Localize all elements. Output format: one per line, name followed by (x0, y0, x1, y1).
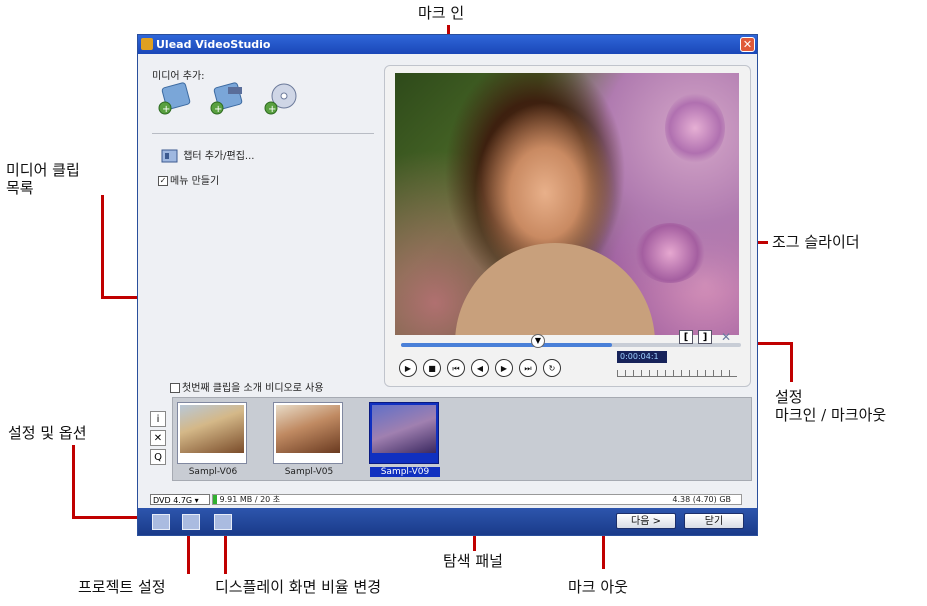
next-button[interactable]: 다음 > (616, 513, 676, 529)
clip-name: Sampl-V06 (188, 467, 238, 477)
zoom-button[interactable]: Q (150, 449, 166, 465)
title-bar[interactable]: Ulead VideoStudio ✕ (138, 35, 757, 54)
total-capacity: 4.38 (4.70) GB (672, 495, 731, 504)
preview-video (395, 73, 739, 335)
media-clip-list[interactable]: Sampl-V06 Sampl-V05 Sampl-V09 (172, 397, 752, 481)
video-figure (455, 243, 655, 335)
chapter-label: 챕터 추가/편집... (183, 151, 255, 162)
svg-text:+: + (162, 104, 170, 115)
label-jog-slider: 조그 슬라이더 (772, 233, 860, 251)
mark-out-button[interactable]: ] (698, 330, 712, 344)
label-media-clip-list: 미디어 클립 목록 (6, 161, 80, 197)
callout-settings-v (72, 445, 75, 519)
delete-button[interactable]: ✕ (150, 430, 166, 446)
label-settings-options: 설정 및 옵션 (8, 424, 87, 442)
clear-mark-icon[interactable]: ✕ (721, 330, 731, 344)
svg-text:+: + (268, 104, 276, 115)
video-flower (665, 93, 725, 163)
chapter-add-edit[interactable]: 챕터 추가/편집... (160, 147, 254, 164)
clip-thumbnail (276, 405, 340, 453)
project-settings-icon[interactable] (182, 514, 200, 530)
app-window: Ulead VideoStudio ✕ 미디어 추가: + + + 챕터 추가/… (137, 34, 758, 536)
timeline-ruler[interactable] (617, 370, 737, 377)
go-end-button[interactable]: ⏭ (519, 359, 537, 377)
jog-slider-thumb[interactable]: ▼ (531, 334, 545, 348)
add-vr-video-icon[interactable]: + (208, 81, 246, 115)
clip-thumbnail (180, 405, 244, 453)
clip-name: Sampl-V09 (370, 467, 440, 477)
prev-frame-button[interactable]: ◀ (471, 359, 489, 377)
intro-video-checkbox[interactable]: 첫번째 클립을 소개 비디오로 사용 (170, 379, 324, 394)
app-icon (141, 38, 153, 50)
callout-media-list-v (101, 195, 104, 298)
create-menu-checkbox[interactable]: ✓ 메뉴 만들기 (158, 172, 219, 187)
repeat-button[interactable]: ↻ (543, 359, 561, 377)
chapter-icon (161, 149, 178, 163)
stop-button[interactable]: ■ (423, 359, 441, 377)
divider (152, 133, 374, 134)
info-button[interactable]: i (150, 411, 166, 427)
disc-select[interactable]: DVD 4.7G ▾ (150, 494, 210, 505)
media-clip[interactable]: Sampl-V06 (177, 402, 247, 477)
close-window-button[interactable]: ✕ (740, 37, 755, 52)
play-button[interactable]: ▶ (399, 359, 417, 377)
clip-thumbnail (372, 405, 436, 453)
media-clip[interactable]: Sampl-V05 (273, 402, 343, 477)
disc-label: DVD 4.7G (153, 496, 193, 505)
timecode-display[interactable]: 0:00:04:1 (617, 351, 667, 363)
capacity-used-marker (213, 495, 217, 504)
add-video-icon[interactable]: + (156, 81, 194, 115)
svg-text:+: + (214, 104, 222, 115)
label-display-aspect: 디스플레이 화면 비율 변경 (215, 578, 382, 596)
preview-panel: ▼ ▶ ■ ⏮ ◀ ▶ ⏭ ↻ [ ] ✕ 0:00:04:1 (384, 65, 751, 387)
label-nav-panel: 탐색 패널 (443, 552, 503, 570)
create-menu-check-icon: ✓ (158, 176, 168, 186)
media-clip-selected[interactable]: Sampl-V09 (369, 402, 440, 477)
close-button[interactable]: 닫기 (684, 513, 744, 529)
mark-in-button[interactable]: [ (679, 330, 693, 344)
go-start-button[interactable]: ⏮ (447, 359, 465, 377)
intro-video-check-icon (170, 383, 180, 393)
display-aspect-icon[interactable] (214, 514, 232, 530)
settings-options-icon[interactable] (152, 514, 170, 530)
clip-name: Sampl-V05 (284, 467, 334, 477)
window-title: Ulead VideoStudio (156, 38, 271, 51)
intro-video-label: 첫번째 클립을 소개 비디오로 사용 (182, 383, 324, 394)
label-mark-in: 마크 인 (418, 4, 465, 22)
bottom-bar: 다음 > 닫기 (138, 508, 757, 535)
label-project-settings: 프로젝트 설정 (78, 578, 166, 596)
add-media-label: 미디어 추가: (152, 71, 205, 82)
add-disc-icon[interactable]: + (262, 81, 300, 115)
progress-fill (401, 343, 612, 347)
label-mark-out: 마크 아웃 (568, 578, 628, 596)
create-menu-label: 메뉴 만들기 (170, 176, 220, 187)
callout-mark-v (790, 342, 793, 382)
used-space: 9.91 MB / 20 초 (219, 495, 281, 504)
next-frame-button[interactable]: ▶ (495, 359, 513, 377)
capacity-bar: 9.91 MB / 20 초 4.38 (4.70) GB (212, 494, 742, 505)
video-flower (635, 223, 705, 283)
label-settings-mark: 설정 마크인 / 마크아웃 (775, 388, 887, 424)
